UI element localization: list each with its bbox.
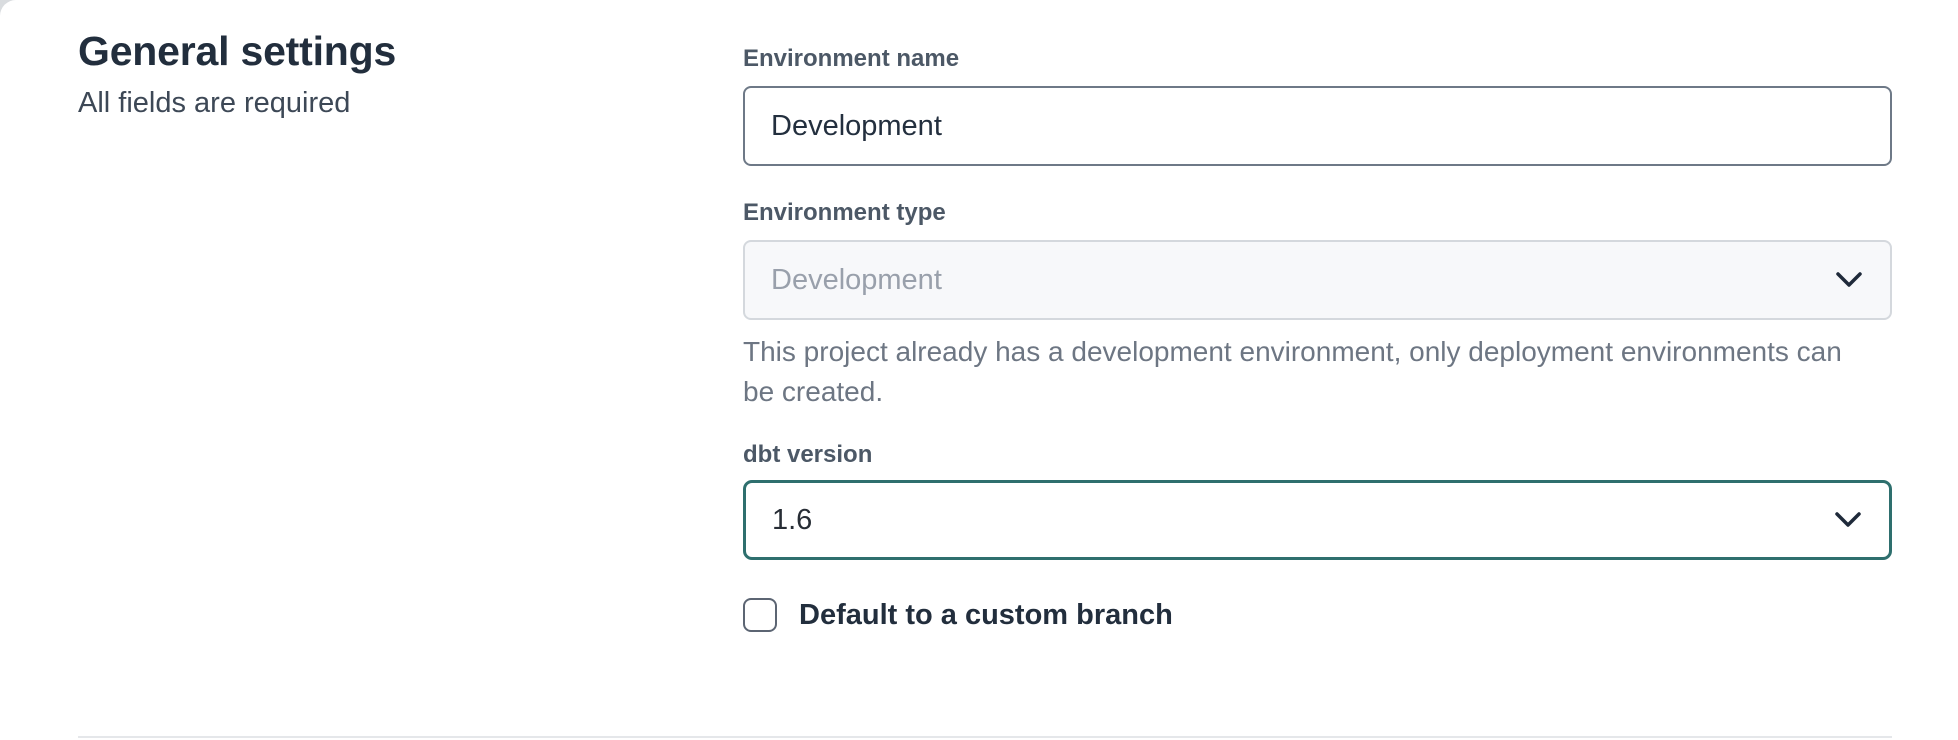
page-title: General settings [78, 28, 743, 75]
section-intro: General settings All fields are required [78, 0, 743, 740]
chevron-down-icon [1836, 272, 1862, 288]
environment-type-value: Development [771, 264, 942, 297]
environment-type-select: Development [743, 240, 1892, 320]
custom-branch-label[interactable]: Default to a custom branch [799, 599, 1173, 632]
environment-name-label: Environment name [743, 44, 1892, 74]
settings-card: General settings All fields are required… [0, 0, 1958, 740]
dbt-version-label: dbt version [743, 440, 1892, 470]
chevron-down-icon [1835, 512, 1861, 528]
custom-branch-checkbox[interactable] [743, 598, 777, 632]
environment-type-label: Environment type [743, 198, 1892, 228]
page-subtitle: All fields are required [78, 87, 743, 120]
section-divider [78, 736, 1892, 738]
settings-form: Environment name Environment type Develo… [743, 0, 1892, 740]
dbt-version-select[interactable]: 1.6 [743, 480, 1892, 560]
dbt-version-value: 1.6 [772, 504, 812, 537]
general-settings-section: General settings All fields are required… [0, 0, 1958, 740]
custom-branch-field: Default to a custom branch [743, 598, 1892, 632]
environment-name-input[interactable] [743, 86, 1892, 166]
environment-type-helper-text: This project already has a development e… [743, 332, 1853, 412]
